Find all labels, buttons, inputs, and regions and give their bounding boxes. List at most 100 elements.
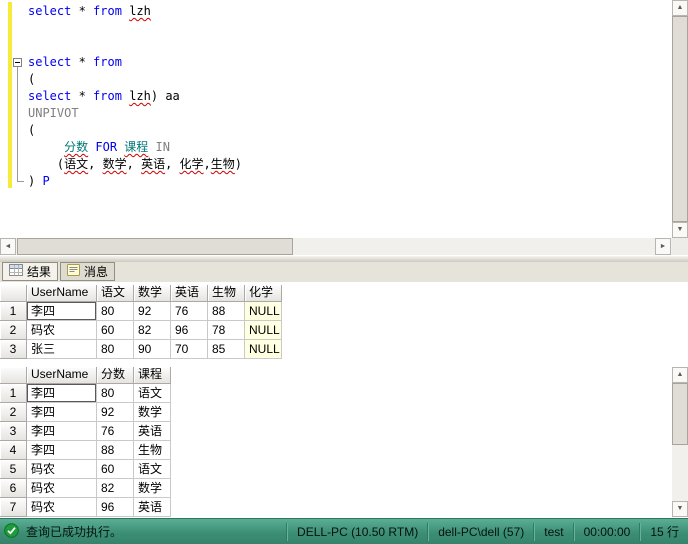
code-line[interactable] <box>28 20 656 37</box>
grid-cell[interactable]: 码农 <box>27 460 97 479</box>
code-line[interactable]: UNPIVOT <box>28 105 656 122</box>
code-line[interactable]: select * from lzh <box>28 3 656 20</box>
grid-cell[interactable]: 78 <box>208 321 245 340</box>
editor-vertical-scrollbar[interactable]: ▲ ▼ <box>672 0 688 238</box>
scroll-up-icon[interactable]: ▲ <box>672 0 688 16</box>
column-header[interactable]: 化学 <box>245 285 282 302</box>
row-header[interactable]: 1 <box>0 384 27 403</box>
row-header[interactable]: 2 <box>0 321 27 340</box>
grid-cell[interactable]: 88 <box>97 441 134 460</box>
scroll-left-icon[interactable]: ◄ <box>0 238 16 255</box>
grid-cell[interactable]: 96 <box>171 321 208 340</box>
grid-header-row: UserName语文数学英语生物化学 <box>0 285 282 302</box>
grid-corner-header[interactable] <box>0 285 27 302</box>
grid-cell[interactable]: 76 <box>97 422 134 441</box>
results-tabstrip: 结果 消息 <box>0 262 688 282</box>
row-header[interactable]: 5 <box>0 460 27 479</box>
grid-corner-header[interactable] <box>0 367 27 384</box>
column-header[interactable]: 语文 <box>97 285 134 302</box>
code-line[interactable]: select * from lzh) aa <box>28 88 656 105</box>
tab-results[interactable]: 结果 <box>2 262 58 281</box>
grid-cell[interactable]: 80 <box>97 384 134 403</box>
grid-cell[interactable]: NULL <box>245 321 282 340</box>
row-header[interactable]: 1 <box>0 302 27 321</box>
code-token: 生物 <box>211 157 235 171</box>
code-token: ) <box>28 174 42 188</box>
column-header[interactable]: 分数 <box>97 367 134 384</box>
grid-cell[interactable]: 英语 <box>134 422 171 441</box>
grid-cell[interactable]: 英语 <box>134 498 171 517</box>
grid-cell[interactable]: 96 <box>97 498 134 517</box>
scroll-right-icon[interactable]: ► <box>655 238 671 255</box>
grid-cell[interactable]: 90 <box>134 340 171 359</box>
grid-cell[interactable]: 码农 <box>27 479 97 498</box>
grid-cell[interactable]: 李四 <box>27 441 97 460</box>
grid-cell[interactable]: 码农 <box>27 321 97 340</box>
code-token: P <box>42 174 49 188</box>
grid-cell[interactable]: 数学 <box>134 479 171 498</box>
column-header[interactable]: 数学 <box>134 285 171 302</box>
grid-cell[interactable]: 88 <box>208 302 245 321</box>
code-token: , <box>127 157 141 171</box>
column-header[interactable]: 英语 <box>171 285 208 302</box>
grid-cell[interactable]: 92 <box>97 403 134 422</box>
grid-cell[interactable]: 李四 <box>27 403 97 422</box>
code-line[interactable]: ( <box>28 71 656 88</box>
grid-cell[interactable]: 80 <box>97 340 134 359</box>
grid-cell[interactable]: 80 <box>97 302 134 321</box>
code-line[interactable] <box>28 37 656 54</box>
row-header[interactable]: 7 <box>0 498 27 517</box>
scroll-down-icon[interactable]: ▼ <box>672 501 688 517</box>
grid-cell[interactable]: 李四 <box>27 302 97 321</box>
grid-cell[interactable]: 82 <box>97 479 134 498</box>
code-token: from <box>93 4 122 18</box>
grid-cell[interactable]: 70 <box>171 340 208 359</box>
pane-splitter[interactable] <box>0 255 688 262</box>
grid-cell[interactable]: 92 <box>134 302 171 321</box>
grid-cell[interactable]: 语文 <box>134 460 171 479</box>
collapse-region-icon[interactable] <box>13 58 22 67</box>
editor-vscroll-thumb[interactable] <box>672 16 688 222</box>
grid2-vertical-scrollbar[interactable]: ▲ ▼ <box>672 367 688 517</box>
row-header[interactable]: 2 <box>0 403 27 422</box>
editor-horizontal-scrollbar[interactable]: ◄ ► <box>0 238 672 255</box>
column-header[interactable]: 课程 <box>134 367 171 384</box>
column-header[interactable]: UserName <box>27 367 97 384</box>
column-header[interactable]: UserName <box>27 285 97 302</box>
grid-cell[interactable]: 60 <box>97 321 134 340</box>
code-line[interactable]: 分数 FOR 课程 IN <box>28 139 656 156</box>
tab-messages[interactable]: 消息 <box>60 262 115 281</box>
scroll-up-icon[interactable]: ▲ <box>672 367 688 383</box>
grid-cell[interactable]: NULL <box>245 302 282 321</box>
grid-cell[interactable]: 张三 <box>27 340 97 359</box>
grid-cell[interactable]: 82 <box>134 321 171 340</box>
code-line[interactable]: (语文, 数学, 英语, 化学,生物) <box>28 156 656 173</box>
grid-cell[interactable]: 语文 <box>134 384 171 403</box>
results-pane: UserName语文数学英语生物化学1李四80927688NULL2码农6082… <box>0 282 688 518</box>
code-line[interactable]: ( <box>28 122 656 139</box>
row-header[interactable]: 6 <box>0 479 27 498</box>
code-line[interactable]: select * from <box>28 54 656 71</box>
status-database: test <box>535 525 572 539</box>
scroll-down-icon[interactable]: ▼ <box>672 222 688 238</box>
grid-cell[interactable]: 76 <box>171 302 208 321</box>
column-header[interactable]: 生物 <box>208 285 245 302</box>
editor-hscroll-thumb[interactable] <box>17 238 293 255</box>
row-header[interactable]: 3 <box>0 340 27 359</box>
row-header[interactable]: 4 <box>0 441 27 460</box>
grid-cell[interactable]: 李四 <box>27 384 97 403</box>
sql-editor[interactable]: select * from lzhselect * from(select * … <box>0 0 672 238</box>
grid-cell[interactable]: 60 <box>97 460 134 479</box>
grid-cell[interactable]: 李四 <box>27 422 97 441</box>
code-token: ( <box>28 123 35 137</box>
results-grid-2: UserName分数课程1李四80语文2李四92数学3李四76英语4李四88生物… <box>0 367 171 517</box>
grid2-vscroll-thumb[interactable] <box>672 383 688 445</box>
code-line[interactable]: ) P <box>28 173 656 190</box>
grid-cell[interactable]: 码农 <box>27 498 97 517</box>
code-lines[interactable]: select * from lzhselect * from(select * … <box>28 3 656 190</box>
grid-cell[interactable]: NULL <box>245 340 282 359</box>
grid-cell[interactable]: 85 <box>208 340 245 359</box>
grid-cell[interactable]: 数学 <box>134 403 171 422</box>
row-header[interactable]: 3 <box>0 422 27 441</box>
grid-cell[interactable]: 生物 <box>134 441 171 460</box>
